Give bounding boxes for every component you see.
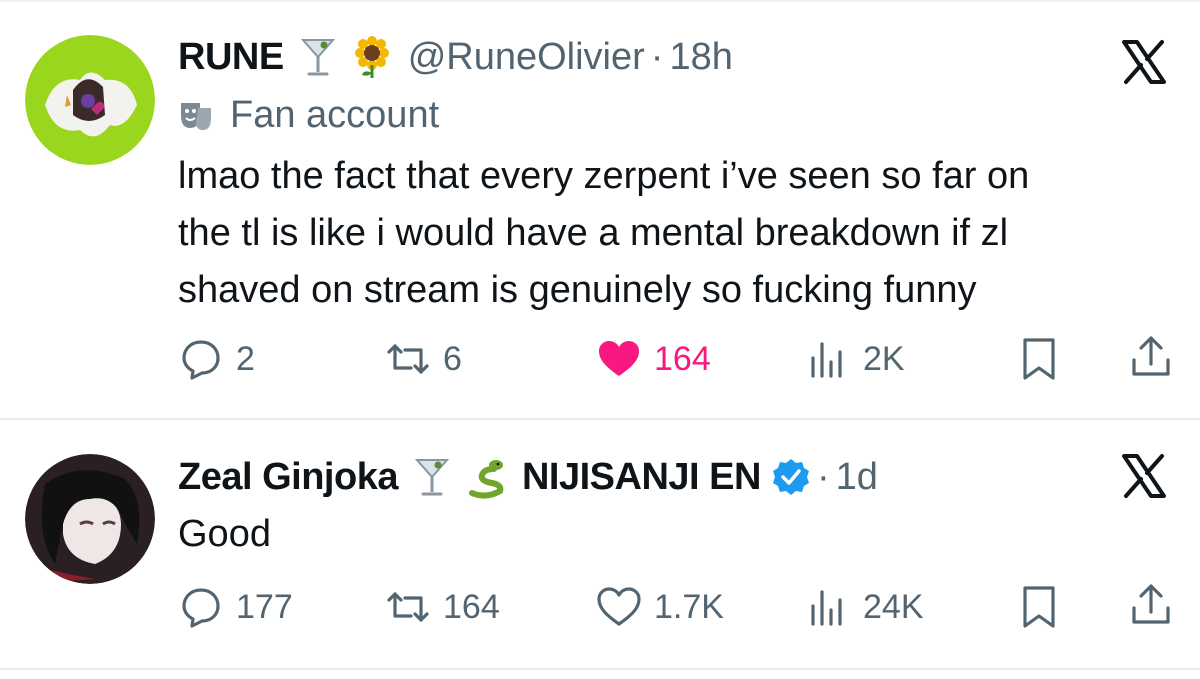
affiliation-name[interactable]: NIJISANJI EN	[522, 456, 761, 499]
author-name[interactable]: Zeal Ginjoka	[178, 456, 398, 499]
share-icon	[1128, 334, 1174, 380]
separator-dot: ·	[816, 455, 830, 498]
bookmark-icon	[1016, 336, 1062, 382]
tweet-text: lmao the fact that every zerpent i’ve se…	[178, 148, 1029, 319]
share-button[interactable]	[1128, 582, 1186, 628]
snake-emoji	[466, 455, 506, 499]
retweet-button[interactable]: 6	[385, 336, 462, 382]
tweet-text-line: shaved on stream is genuinely so fucking…	[178, 269, 977, 311]
cocktail-glass-emoji	[412, 455, 452, 499]
like-count: 1.7K	[654, 587, 724, 626]
reply-icon	[178, 336, 224, 382]
like-count: 164	[654, 339, 711, 378]
x-logo-icon[interactable]	[1120, 452, 1168, 500]
like-button[interactable]: 1.7K	[596, 584, 724, 630]
tweet-card-rune[interactable]: RUNE @RuneOlivier · 18h Fan account lmao…	[0, 0, 1200, 418]
avatar[interactable]	[25, 35, 155, 165]
tweet-text: Good	[178, 506, 271, 563]
reply-button[interactable]: 177	[178, 584, 293, 630]
tweet-divider	[0, 668, 1200, 670]
share-icon	[1128, 582, 1174, 628]
retweet-count: 164	[443, 587, 500, 626]
avatar[interactable]	[25, 454, 155, 584]
tweet-actions: 177 164 1.7K 24K	[0, 580, 1200, 640]
verified-badge-icon[interactable]	[771, 457, 811, 497]
views-button[interactable]: 24K	[805, 584, 924, 630]
heart-outline-icon	[596, 584, 642, 630]
tweet-header: RUNE @RuneOlivier · 18h	[178, 35, 733, 79]
bookmark-button[interactable]	[1016, 584, 1074, 630]
theater-mask-icon	[178, 98, 214, 134]
tweet-actions: 2 6 164 2K	[0, 330, 1200, 390]
avatar-zeal-image	[25, 454, 155, 584]
tweet-text-line: lmao the fact that every zerpent i’ve se…	[178, 155, 1030, 197]
bookmark-button[interactable]	[1016, 336, 1074, 382]
author-name[interactable]: RUNE	[178, 36, 284, 79]
bookmark-icon	[1016, 584, 1062, 630]
cocktail-glass-emoji	[298, 35, 338, 79]
timestamp[interactable]: 1d	[836, 456, 878, 499]
x-logo-icon[interactable]	[1120, 38, 1168, 86]
views-button[interactable]: 2K	[805, 336, 905, 382]
reply-icon	[178, 584, 224, 630]
tweet-text-line: the tl is like i would have a mental bre…	[178, 212, 1009, 254]
fan-account-text: Fan account	[230, 94, 440, 136]
reply-count: 177	[236, 587, 293, 626]
views-count: 2K	[863, 339, 905, 378]
avatar-rune-image	[25, 35, 155, 165]
sunflower-emoji	[352, 35, 392, 79]
views-chart-icon	[805, 584, 851, 630]
views-count: 24K	[863, 587, 924, 626]
retweet-button[interactable]: 164	[385, 584, 500, 630]
timestamp[interactable]: 18h	[669, 36, 732, 79]
fan-account-label: Fan account	[178, 94, 439, 137]
heart-filled-icon	[596, 336, 642, 382]
reply-button[interactable]: 2	[178, 336, 255, 382]
tweet-card-zeal[interactable]: Zeal Ginjoka NIJISANJI EN · 1d Good 177	[0, 420, 1200, 670]
share-button[interactable]	[1128, 334, 1186, 380]
tweet-text-line: Good	[178, 513, 271, 555]
reply-count: 2	[236, 339, 255, 378]
retweet-icon	[385, 584, 431, 630]
separator-dot: ·	[650, 35, 664, 78]
tweet-header: Zeal Ginjoka NIJISANJI EN · 1d	[178, 455, 878, 499]
views-chart-icon	[805, 336, 851, 382]
author-handle[interactable]: @RuneOlivier	[408, 36, 645, 79]
retweet-icon	[385, 336, 431, 382]
retweet-count: 6	[443, 339, 462, 378]
like-button[interactable]: 164	[596, 336, 711, 382]
